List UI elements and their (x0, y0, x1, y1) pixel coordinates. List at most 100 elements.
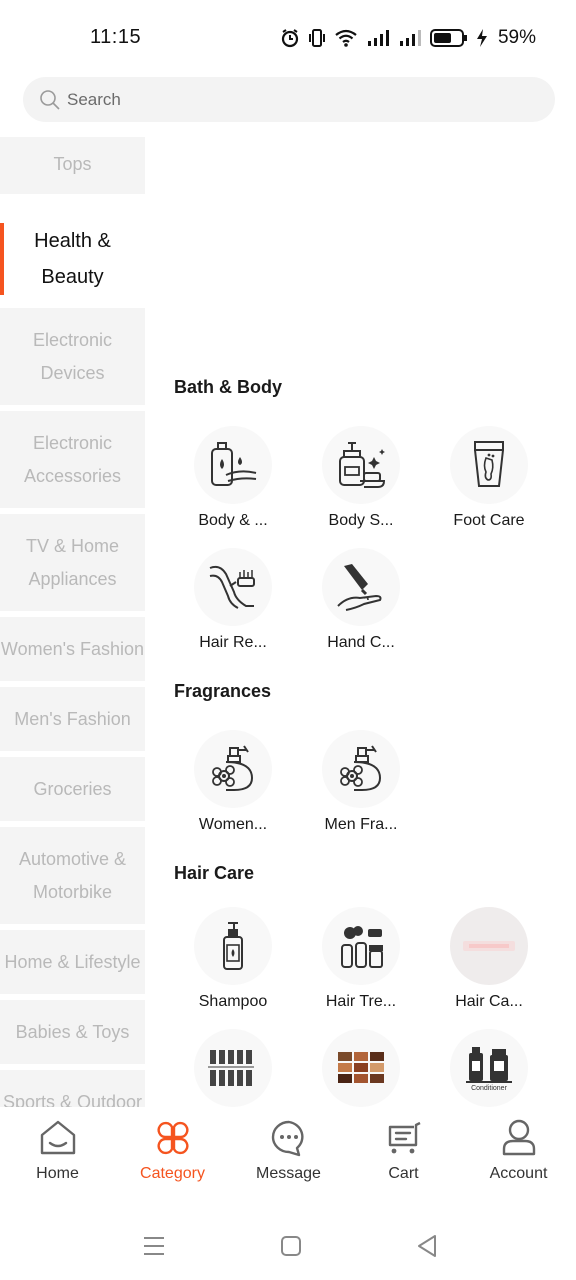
tile-label: Foot Care (453, 512, 525, 529)
nav-label: Home (36, 1165, 79, 1182)
message-icon (271, 1120, 304, 1157)
sidebar-item-label: Health & Beauty (34, 230, 111, 288)
vibrate-icon (308, 29, 325, 47)
nav-account[interactable]: Account (461, 1119, 576, 1199)
tile-body-soap[interactable]: Body S... (302, 426, 420, 536)
tile-mens-fragrance[interactable]: Men Fra... (302, 730, 420, 840)
bottom-nav: Home Category Message Cart Account (0, 1107, 576, 1207)
sidebar-item-label: TV & Home Appliances (25, 535, 120, 589)
tile-hand-cream[interactable]: Hand C... (302, 548, 420, 658)
sidebar-item-label: Groceries (33, 778, 112, 799)
tile-label: Men Fra... (324, 816, 398, 833)
nav-label: Category (140, 1165, 205, 1182)
status-bar: 11:15 59% (0, 0, 576, 72)
cart-icon (388, 1121, 421, 1154)
signal-icon-2 (399, 30, 421, 46)
shampoo-icon (223, 922, 243, 970)
sidebar-item-label: Automotive & Motorbike (18, 848, 127, 902)
nav-home[interactable]: Home (0, 1119, 115, 1199)
conditioner-caption: Conditioner (471, 1085, 507, 1092)
tile-shampoo[interactable]: Shampoo (174, 907, 292, 1017)
sidebar-item-electronic-devices[interactable]: Electronic Devices (0, 308, 145, 405)
nav-message[interactable]: Message (231, 1119, 346, 1199)
perfume-icon (340, 745, 382, 791)
sidebar-item-label: Home & Lifestyle (4, 951, 141, 972)
nav-label: Message (256, 1165, 321, 1182)
tile-foot-care[interactable]: Foot Care (430, 426, 548, 536)
tile-conditioner[interactable]: Conditioner (430, 1029, 548, 1107)
section-title-fragrances: Fragrances (174, 681, 272, 701)
system-nav-bar (0, 1215, 576, 1280)
sidebar-item-label: Electronic Accessories (23, 432, 122, 486)
wifi-icon (335, 29, 357, 47)
tile-label: Body S... (328, 512, 394, 529)
conditioner-icon: Conditioner (466, 1047, 512, 1092)
nav-label: Account (489, 1165, 548, 1182)
tile-label: Hair Tre... (325, 993, 397, 1010)
category-icon (157, 1121, 188, 1155)
sidebar-item-label: Women's Fashion (0, 638, 145, 659)
hair-brushes-icon (208, 1050, 254, 1086)
alarm-icon (281, 29, 299, 48)
tile-label: Hair Ca... (455, 993, 523, 1010)
tile-hair-care[interactable]: Hair Ca... (430, 907, 548, 1017)
battery-percent: 59% (497, 27, 536, 48)
category-content: Bath & Body Body & ... Body S... Foot Ca… (145, 137, 576, 1107)
sidebar-item-groceries[interactable]: Groceries (0, 757, 145, 821)
sidebar-item-label: Tops (53, 154, 92, 174)
nav-cart[interactable]: Cart (346, 1119, 461, 1199)
sidebar-item-label: Babies & Toys (15, 1021, 130, 1042)
sidebar-item-electronic-accessories[interactable]: Electronic Accessories (0, 411, 145, 508)
tile-label: Women... (198, 816, 268, 833)
home-icon (40, 1120, 75, 1155)
sidebar-item-health-beauty[interactable]: Health & Beauty (0, 215, 145, 303)
perfume-icon (212, 745, 254, 791)
tile-label: Hair Re... (199, 634, 267, 651)
tile-label: Shampoo (198, 993, 268, 1010)
home-square-icon[interactable] (276, 1231, 306, 1261)
section-title-bath-body: Bath & Body (174, 377, 282, 397)
category-sidebar: Tops Health & Beauty Electronic Devices … (0, 137, 145, 1107)
search-input[interactable] (67, 89, 507, 110)
sidebar-item-automotive-motorbike[interactable]: Automotive & Motorbike (0, 827, 145, 924)
nav-category[interactable]: Category (115, 1119, 230, 1199)
body-wash-icon (211, 442, 257, 486)
account-icon (502, 1119, 535, 1156)
back-triangle-icon[interactable] (413, 1231, 443, 1261)
search-icon (40, 89, 60, 110)
section-title-hair-care: Hair Care (174, 863, 255, 883)
sidebar-item-babies-toys[interactable]: Babies & Toys (0, 1000, 145, 1064)
hair-color-palette-icon (338, 1052, 384, 1083)
status-time: 11:15 (90, 26, 142, 48)
tile-label: Hand C... (327, 634, 395, 651)
sidebar-item-mens-fashion[interactable]: Men's Fashion (0, 687, 145, 751)
sidebar-item-tops[interactable]: Tops (0, 137, 145, 194)
hair-care-image (463, 941, 515, 951)
hair-removal-icon (209, 565, 255, 609)
sidebar-item-sports-outdoor[interactable]: Sports & Outdoor (0, 1070, 145, 1107)
tile-hair-color[interactable] (302, 1029, 420, 1107)
signal-icon (367, 30, 389, 46)
charging-icon (476, 29, 487, 47)
foot-care-icon (474, 441, 504, 487)
sidebar-item-label: Electronic Devices (32, 329, 113, 383)
nav-label: Cart (388, 1165, 419, 1182)
battery-icon (429, 29, 467, 47)
tile-hair-treatment[interactable]: Hair Tre... (302, 907, 420, 1017)
sidebar-item-tv-home-appliances[interactable]: TV & Home Appliances (0, 514, 145, 611)
hand-cream-icon (337, 564, 382, 611)
tile-hair-brushes[interactable] (174, 1029, 292, 1107)
menu-icon[interactable] (139, 1231, 169, 1261)
sidebar-item-womens-fashion[interactable]: Women's Fashion (0, 617, 145, 681)
hair-treatment-icon (341, 926, 383, 968)
body-soap-icon (339, 442, 386, 488)
tile-label: Body & ... (198, 512, 268, 529)
sidebar-item-label: Sports & Outdoor (2, 1091, 143, 1108)
tile-hair-removal[interactable]: Hair Re... (174, 548, 292, 658)
sidebar-item-home-lifestyle[interactable]: Home & Lifestyle (0, 930, 145, 994)
tile-body-wash[interactable]: Body & ... (174, 426, 292, 536)
tile-womens-fragrance[interactable]: Women... (174, 730, 292, 840)
search-bar[interactable] (23, 77, 555, 122)
sidebar-item-label: Men's Fashion (14, 708, 131, 729)
status-icons: 59% (280, 26, 536, 50)
